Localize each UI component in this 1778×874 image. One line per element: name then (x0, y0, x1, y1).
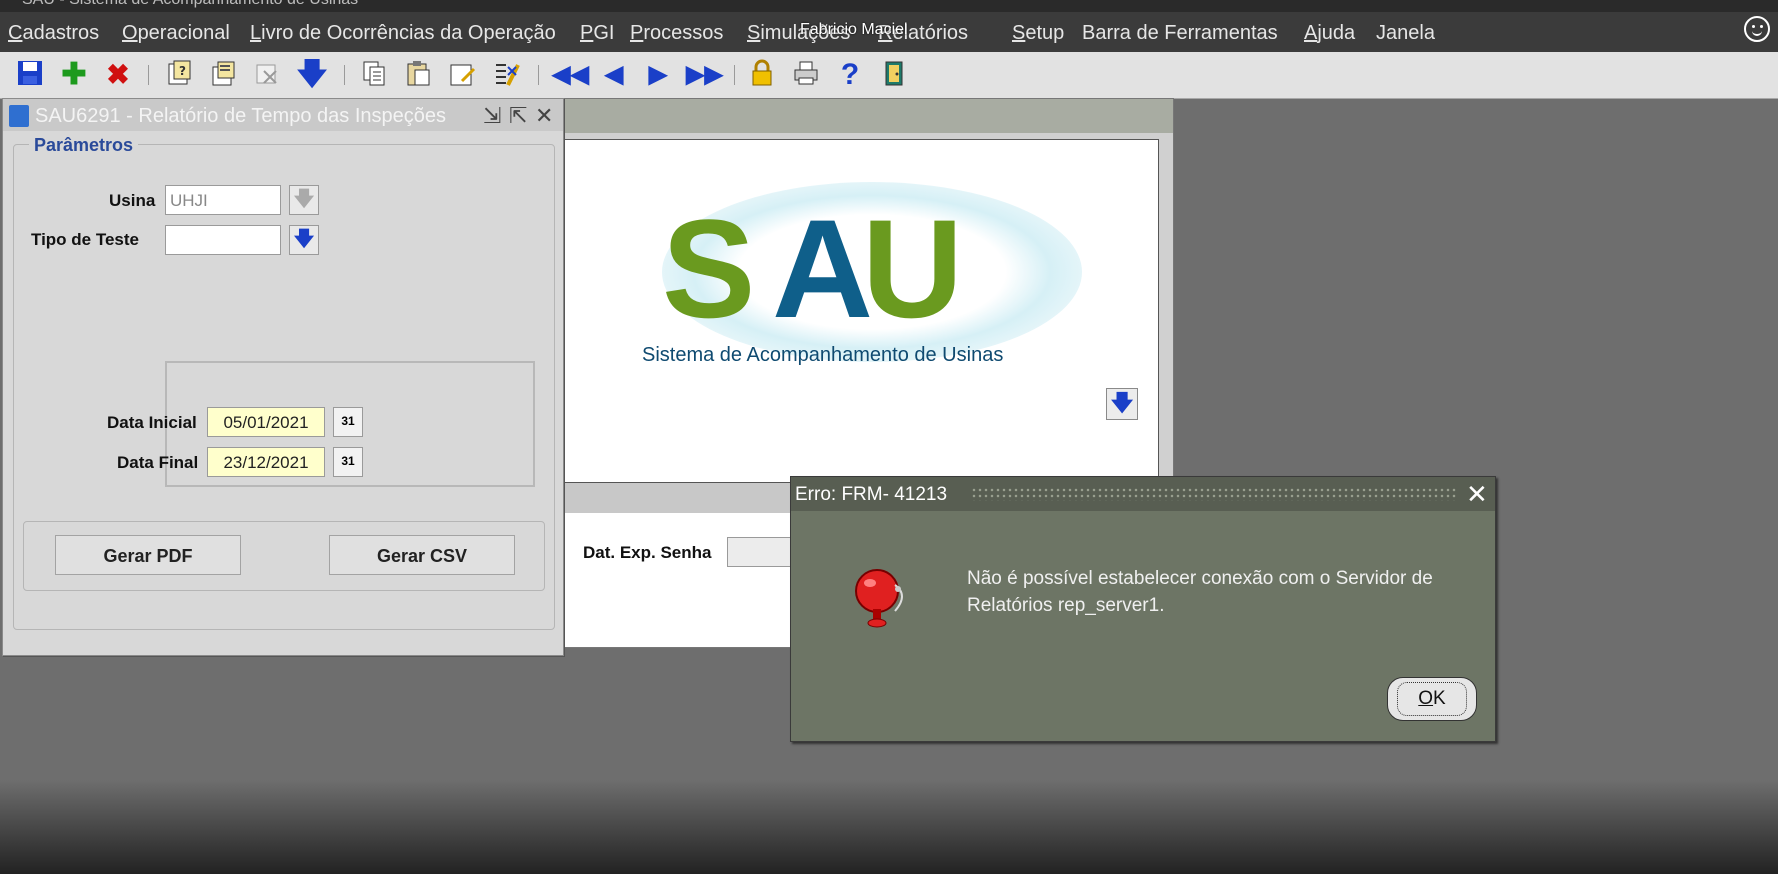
form-window-icon (9, 105, 29, 127)
edit-icon[interactable] (446, 59, 478, 91)
parameters-legend: Parâmetros (29, 135, 139, 156)
menu-ajuda[interactable]: Ajuda (1304, 22, 1355, 45)
logo-letter-s: S (662, 190, 755, 347)
desktop-bottom-shade (0, 780, 1778, 874)
form-titlebar: SAU6291 - Relatório de Tempo das Inspeçõ… (3, 99, 563, 131)
tipo-teste-label: Tipo de Teste (31, 230, 140, 249)
previous-record-icon[interactable]: ◀ (598, 59, 630, 91)
next-record-icon[interactable]: ▶ (642, 59, 674, 91)
menu-setup[interactable]: Setup (1012, 22, 1064, 45)
execute-query-icon[interactable] (208, 59, 240, 91)
data-final-field[interactable]: 23/12/2021 (207, 447, 325, 477)
form-title: SAU6291 - Relatório de Tempo das Inspeçõ… (35, 105, 446, 127)
exit-icon[interactable] (878, 59, 910, 91)
dialog-title: Erro: FRM- 41213 (795, 484, 948, 505)
clear-icon[interactable] (490, 59, 522, 91)
toolbar-separator (344, 65, 345, 85)
minimize-icon[interactable]: ⇲ (483, 103, 501, 129)
last-record-icon[interactable]: ▶▶ (686, 59, 723, 91)
smiley-icon[interactable] (1744, 16, 1770, 42)
menu-bar: Cadastros Operacional Livro de Ocorrênci… (0, 12, 1778, 52)
close-icon[interactable]: ✕ (1466, 479, 1488, 510)
first-record-icon[interactable]: ◀◀ (552, 59, 589, 91)
logo-panel: S A U Sistema de Acompanhamento de Usina… (561, 139, 1159, 483)
data-final-label: Data Final (117, 453, 199, 472)
user-name-label: Fabricio Maciel (800, 21, 908, 38)
help-icon[interactable]: ? (834, 59, 866, 91)
background-window-titlebar (541, 99, 1173, 133)
menu-cadastros[interactable]: Cadastros (8, 22, 99, 45)
copy-icon[interactable] (358, 59, 390, 91)
download-icon[interactable]: 🡇 (1106, 388, 1138, 420)
report-form-window: SAU6291 - Relatório de Tempo das Inspeçõ… (2, 98, 564, 656)
menu-pgi[interactable]: PGI (580, 22, 614, 45)
logo-letter-a: A (772, 190, 874, 347)
toolbar-separator (538, 65, 539, 85)
tipo-teste-lov-icon[interactable]: 🡇 (289, 225, 319, 255)
menu-barra-ferramentas[interactable]: Barra de Ferramentas (1082, 22, 1278, 45)
calendar-day-text: 31 (341, 414, 355, 428)
error-message: Não é possível estabelecer conexão com o… (967, 568, 1433, 616)
usina-field[interactable]: UHJI (165, 185, 281, 215)
delete-record-icon[interactable]: ✖ (102, 59, 134, 91)
menu-processos[interactable]: Processos (630, 22, 723, 45)
menu-livro-ocorrencias[interactable]: Livro de Ocorrências da Operação (250, 22, 556, 45)
error-dialog: Erro: FRM- 41213 ✕ Não é possível estabe… (790, 476, 1496, 742)
dat-exp-senha-label: Dat. Exp. Senha (583, 543, 712, 562)
window-title-strip: SAU - Sistema de Acompanhamento de Usina… (0, 0, 1778, 12)
toolbar: ✚ ✖ ? 🡇 ◀◀ ◀ ▶ ▶▶ ? (0, 52, 1778, 99)
dialog-drag-grip[interactable] (971, 487, 1456, 501)
ok-button[interactable]: OK (1387, 677, 1477, 721)
window-title-text: SAU - Sistema de Acompanhamento de Usina… (22, 0, 358, 9)
query-icon[interactable]: ? (164, 59, 196, 91)
menu-janela[interactable]: Janela (1376, 22, 1435, 45)
print-icon[interactable] (790, 59, 822, 91)
toolbar-separator (148, 65, 149, 85)
maximize-icon[interactable]: ⇱ (509, 103, 527, 129)
gerar-csv-button[interactable]: Gerar CSV (329, 535, 515, 575)
paste-icon[interactable] (402, 59, 434, 91)
data-inicial-label: Data Inicial (107, 413, 197, 432)
save-icon[interactable] (14, 59, 46, 91)
toolbar-separator (734, 65, 735, 85)
data-inicial-field[interactable]: 05/01/2021 (207, 407, 325, 437)
calendar-icon[interactable]: 31 (333, 407, 363, 437)
down-arrow-icon[interactable]: 🡇 (296, 59, 328, 91)
close-icon[interactable]: ✕ (535, 103, 553, 129)
logo-letter-u: U (862, 190, 964, 347)
add-record-icon[interactable]: ✚ (58, 59, 90, 91)
logo-subtitle: Sistema de Acompanhamento de Usinas (642, 344, 1004, 366)
usina-lov-icon[interactable]: 🡇 (289, 185, 319, 215)
cancel-query-icon[interactable] (252, 59, 284, 91)
menu-operacional[interactable]: Operacional (122, 22, 230, 45)
lock-icon[interactable] (746, 59, 778, 91)
gerar-pdf-button[interactable]: Gerar PDF (55, 535, 241, 575)
tipo-teste-field[interactable] (165, 225, 281, 255)
usina-label: Usina (109, 191, 156, 210)
calendar-day-text: 31 (341, 454, 355, 468)
calendar-icon[interactable]: 31 (333, 447, 363, 477)
svg-text:?: ? (179, 64, 186, 78)
alarm-bell-icon (851, 565, 905, 628)
dialog-titlebar: Erro: FRM- 41213 ✕ (791, 477, 1495, 511)
